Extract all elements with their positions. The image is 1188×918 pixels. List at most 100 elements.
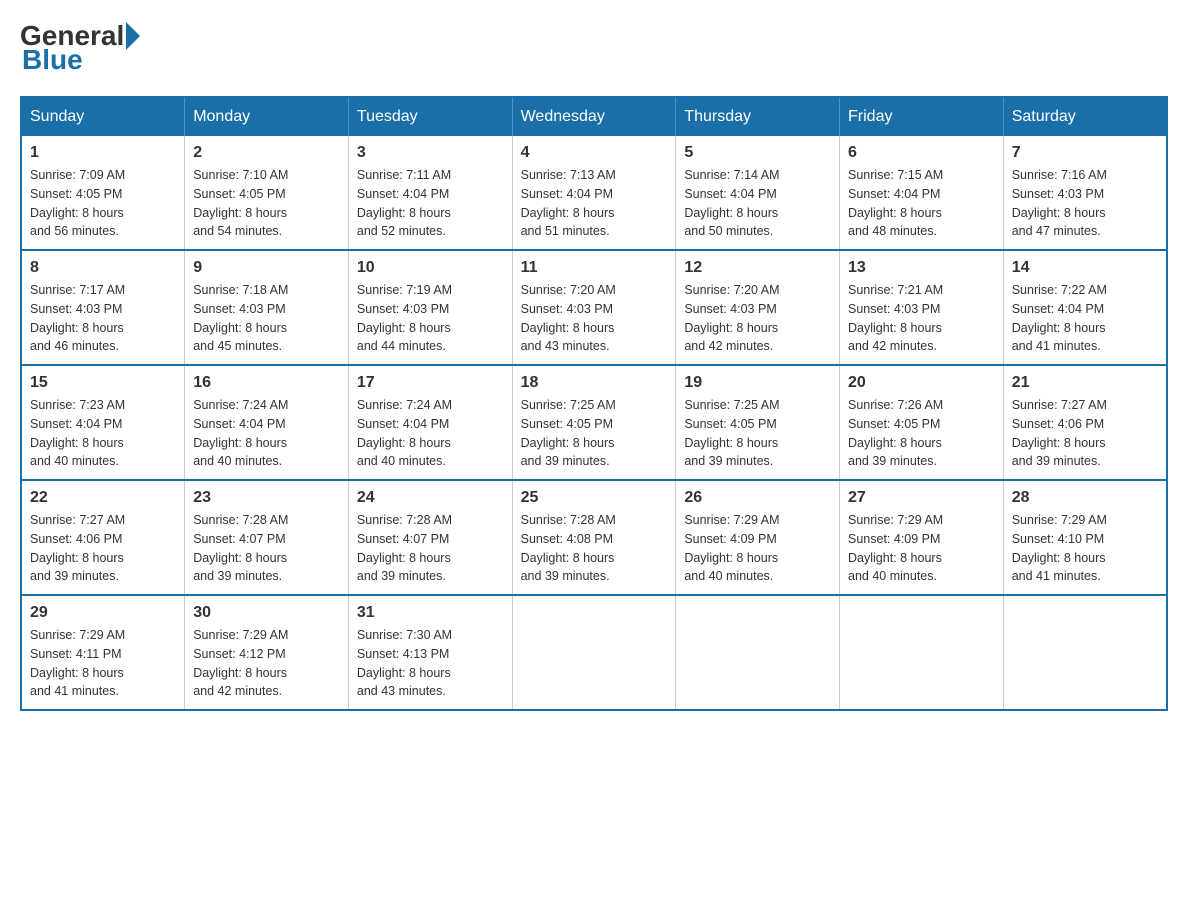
calendar-cell: 3 Sunrise: 7:11 AMSunset: 4:04 PMDaylight…	[348, 136, 512, 250]
day-number: 19	[684, 374, 831, 392]
day-number: 13	[848, 259, 995, 277]
day-number: 18	[521, 374, 668, 392]
calendar-table: SundayMondayTuesdayWednesdayThursdayFrid…	[20, 96, 1168, 711]
day-number: 11	[521, 259, 668, 277]
calendar-cell	[840, 595, 1004, 710]
calendar-cell: 9Sunrise: 7:18 AMSunset: 4:03 PMDaylight…	[185, 250, 349, 365]
calendar-cell	[512, 595, 676, 710]
day-info: Sunrise: 7:19 AMSunset: 4:03 PMDaylight:…	[357, 281, 504, 356]
week-row-4: 22 Sunrise: 7:27 AMSunset: 4:06 PMDayligh…	[21, 480, 1167, 595]
day-info: Sunrise: 7:13 AMSunset: 4:04 PMDaylight:…	[521, 166, 668, 241]
day-number: 24	[357, 489, 504, 507]
week-row-3: 15Sunrise: 7:23 AMSunset: 4:04 PMDayligh…	[21, 365, 1167, 480]
day-info: Sunrise: 7:25 AMSunset: 4:05 PMDaylight:…	[521, 396, 668, 471]
day-number: 2	[193, 144, 340, 162]
header-thursday: Thursday	[676, 97, 840, 136]
calendar-cell: 22 Sunrise: 7:27 AMSunset: 4:06 PMDayligh…	[21, 480, 185, 595]
day-number: 22	[30, 489, 176, 507]
calendar-cell: 2 Sunrise: 7:10 AMSunset: 4:05 PMDaylight…	[185, 136, 349, 250]
logo: General Blue	[20, 20, 142, 76]
calendar-cell: 16 Sunrise: 7:24 AMSunset: 4:04 PMDayligh…	[185, 365, 349, 480]
day-info: Sunrise: 7:09 AMSunset: 4:05 PMDaylight:…	[30, 166, 176, 241]
calendar-cell: 20 Sunrise: 7:26 AMSunset: 4:05 PMDayligh…	[840, 365, 1004, 480]
calendar-cell: 23 Sunrise: 7:28 AMSunset: 4:07 PMDayligh…	[185, 480, 349, 595]
calendar-cell: 25 Sunrise: 7:28 AMSunset: 4:08 PMDayligh…	[512, 480, 676, 595]
day-info: Sunrise: 7:14 AMSunset: 4:04 PMDaylight:…	[684, 166, 831, 241]
day-number: 4	[521, 144, 668, 162]
calendar-cell: 17Sunrise: 7:24 AMSunset: 4:04 PMDayligh…	[348, 365, 512, 480]
day-info: Sunrise: 7:28 AMSunset: 4:07 PMDaylight:…	[357, 511, 504, 586]
day-number: 10	[357, 259, 504, 277]
calendar-cell: 15Sunrise: 7:23 AMSunset: 4:04 PMDayligh…	[21, 365, 185, 480]
day-number: 14	[1012, 259, 1158, 277]
week-row-2: 8 Sunrise: 7:17 AMSunset: 4:03 PMDaylight…	[21, 250, 1167, 365]
day-info: Sunrise: 7:29 AMSunset: 4:11 PMDaylight:…	[30, 626, 176, 701]
calendar-cell	[1003, 595, 1167, 710]
day-info: Sunrise: 7:29 AMSunset: 4:09 PMDaylight:…	[848, 511, 995, 586]
header-tuesday: Tuesday	[348, 97, 512, 136]
day-number: 27	[848, 489, 995, 507]
header-friday: Friday	[840, 97, 1004, 136]
day-info: Sunrise: 7:17 AMSunset: 4:03 PMDaylight:…	[30, 281, 176, 356]
day-info: Sunrise: 7:26 AMSunset: 4:05 PMDaylight:…	[848, 396, 995, 471]
day-number: 23	[193, 489, 340, 507]
calendar-cell: 29Sunrise: 7:29 AMSunset: 4:11 PMDayligh…	[21, 595, 185, 710]
calendar-cell: 19 Sunrise: 7:25 AMSunset: 4:05 PMDayligh…	[676, 365, 840, 480]
calendar-cell: 30 Sunrise: 7:29 AMSunset: 4:12 PMDayligh…	[185, 595, 349, 710]
day-info: Sunrise: 7:28 AMSunset: 4:08 PMDaylight:…	[521, 511, 668, 586]
day-info: Sunrise: 7:29 AMSunset: 4:10 PMDaylight:…	[1012, 511, 1158, 586]
day-number: 20	[848, 374, 995, 392]
calendar-cell: 27 Sunrise: 7:29 AMSunset: 4:09 PMDayligh…	[840, 480, 1004, 595]
page-header: General Blue	[20, 20, 1168, 76]
day-info: Sunrise: 7:11 AMSunset: 4:04 PMDaylight:…	[357, 166, 504, 241]
day-info: Sunrise: 7:27 AMSunset: 4:06 PMDaylight:…	[30, 511, 176, 586]
day-info: Sunrise: 7:28 AMSunset: 4:07 PMDaylight:…	[193, 511, 340, 586]
calendar-cell: 5Sunrise: 7:14 AMSunset: 4:04 PMDaylight…	[676, 136, 840, 250]
day-info: Sunrise: 7:22 AMSunset: 4:04 PMDaylight:…	[1012, 281, 1158, 356]
day-number: 3	[357, 144, 504, 162]
calendar-cell: 24 Sunrise: 7:28 AMSunset: 4:07 PMDayligh…	[348, 480, 512, 595]
day-number: 8	[30, 259, 176, 277]
calendar-cell: 26 Sunrise: 7:29 AMSunset: 4:09 PMDayligh…	[676, 480, 840, 595]
day-info: Sunrise: 7:29 AMSunset: 4:12 PMDaylight:…	[193, 626, 340, 701]
calendar-cell: 13Sunrise: 7:21 AMSunset: 4:03 PMDayligh…	[840, 250, 1004, 365]
day-info: Sunrise: 7:24 AMSunset: 4:04 PMDaylight:…	[193, 396, 340, 471]
day-info: Sunrise: 7:27 AMSunset: 4:06 PMDaylight:…	[1012, 396, 1158, 471]
calendar-cell: 31Sunrise: 7:30 AMSunset: 4:13 PMDayligh…	[348, 595, 512, 710]
calendar-cell: 8 Sunrise: 7:17 AMSunset: 4:03 PMDaylight…	[21, 250, 185, 365]
day-number: 12	[684, 259, 831, 277]
calendar-cell: 12 Sunrise: 7:20 AMSunset: 4:03 PMDayligh…	[676, 250, 840, 365]
calendar-cell	[676, 595, 840, 710]
day-number: 1	[30, 144, 176, 162]
logo-arrow-icon	[126, 22, 140, 50]
calendar-cell: 4 Sunrise: 7:13 AMSunset: 4:04 PMDaylight…	[512, 136, 676, 250]
calendar-cell: 21Sunrise: 7:27 AMSunset: 4:06 PMDayligh…	[1003, 365, 1167, 480]
calendar-cell: 14 Sunrise: 7:22 AMSunset: 4:04 PMDayligh…	[1003, 250, 1167, 365]
day-number: 6	[848, 144, 995, 162]
day-info: Sunrise: 7:25 AMSunset: 4:05 PMDaylight:…	[684, 396, 831, 471]
day-info: Sunrise: 7:20 AMSunset: 4:03 PMDaylight:…	[684, 281, 831, 356]
calendar-cell: 1 Sunrise: 7:09 AMSunset: 4:05 PMDaylight…	[21, 136, 185, 250]
day-number: 26	[684, 489, 831, 507]
day-number: 16	[193, 374, 340, 392]
day-info: Sunrise: 7:15 AMSunset: 4:04 PMDaylight:…	[848, 166, 995, 241]
header-saturday: Saturday	[1003, 97, 1167, 136]
day-number: 7	[1012, 144, 1158, 162]
logo-blue-text: Blue	[22, 44, 83, 76]
day-number: 31	[357, 604, 504, 622]
day-info: Sunrise: 7:29 AMSunset: 4:09 PMDaylight:…	[684, 511, 831, 586]
day-number: 28	[1012, 489, 1158, 507]
calendar-cell: 6 Sunrise: 7:15 AMSunset: 4:04 PMDaylight…	[840, 136, 1004, 250]
day-number: 9	[193, 259, 340, 277]
day-info: Sunrise: 7:20 AMSunset: 4:03 PMDaylight:…	[521, 281, 668, 356]
header-wednesday: Wednesday	[512, 97, 676, 136]
calendar-cell: 7 Sunrise: 7:16 AMSunset: 4:03 PMDaylight…	[1003, 136, 1167, 250]
day-info: Sunrise: 7:10 AMSunset: 4:05 PMDaylight:…	[193, 166, 340, 241]
calendar-cell: 18 Sunrise: 7:25 AMSunset: 4:05 PMDayligh…	[512, 365, 676, 480]
day-number: 25	[521, 489, 668, 507]
day-number: 30	[193, 604, 340, 622]
day-number: 15	[30, 374, 176, 392]
day-info: Sunrise: 7:16 AMSunset: 4:03 PMDaylight:…	[1012, 166, 1158, 241]
header-sunday: Sunday	[21, 97, 185, 136]
day-info: Sunrise: 7:24 AMSunset: 4:04 PMDaylight:…	[357, 396, 504, 471]
